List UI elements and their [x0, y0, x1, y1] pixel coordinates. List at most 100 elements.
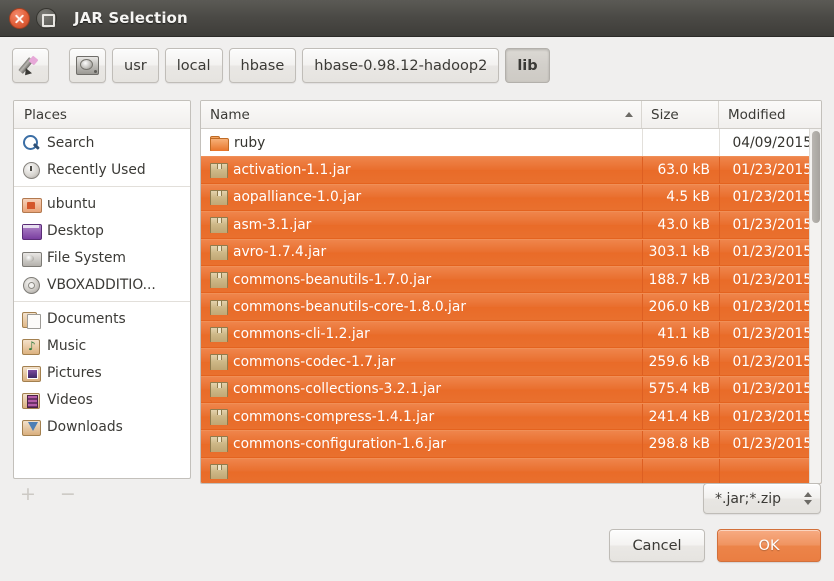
sidebar-item-recently-used[interactable]: Recently Used [14, 156, 190, 183]
file-name: commons-collections-3.2.1.jar [233, 381, 442, 398]
table-row[interactable]: commons-cli-1.2.jar 41.1 kB 01/23/2015 [201, 320, 821, 349]
cell-modified: 01/23/2015 [719, 212, 821, 238]
sidebar-item-label: Pictures [47, 364, 102, 381]
path-button-local[interactable]: local [164, 48, 223, 83]
title-bar: JAR Selection [0, 0, 834, 37]
file-type-filter-dropdown[interactable]: *.jar;*.zip [703, 483, 821, 514]
table-row[interactable]: commons-compress-1.4.1.jar 241.4 kB 01/23/… [201, 402, 821, 431]
cell-modified: 01/23/2015 [719, 239, 821, 265]
cell-modified: 01/23/2015 [719, 157, 821, 183]
jar-icon [210, 326, 228, 343]
jar-icon [210, 463, 228, 479]
cell-modified: 01/23/2015 [719, 294, 821, 320]
jar-icon [210, 217, 228, 233]
path-button-hbase[interactable]: hbase [228, 48, 297, 83]
table-row[interactable]: asm-3.1.jar 43.0 kB 01/23/2015 [201, 211, 821, 239]
dialog-body: Places Search Recently Used ubuntu Deskt… [0, 94, 834, 581]
sidebar-item-desktop[interactable]: Desktop [14, 217, 190, 244]
file-name: commons-beanutils-1.7.0.jar [233, 271, 432, 288]
sidebar-item-vboxadditions[interactable]: VBOXADDITIO... [14, 271, 190, 298]
table-row[interactable] [201, 457, 821, 483]
cell-size: 188.7 kB [642, 266, 719, 293]
type-filename-button[interactable] [12, 48, 49, 83]
maximize-icon[interactable] [36, 7, 57, 29]
sidebar-divider [14, 186, 190, 187]
table-row[interactable]: commons-beanutils-1.7.0.jar 188.7 kB 01/23… [201, 265, 821, 294]
cell-size: 298.8 kB [642, 431, 719, 457]
column-header-name[interactable]: Name [201, 101, 642, 128]
sidebar-item-file-system[interactable]: File System [14, 244, 190, 271]
jar-icon [210, 409, 228, 425]
cancel-button[interactable]: Cancel [609, 529, 705, 562]
sidebar-item-downloads[interactable]: Downloads [14, 413, 190, 440]
table-row[interactable]: avro-1.7.4.jar 303.1 kB 01/23/2015 [201, 238, 821, 266]
sidebar-item-search[interactable]: Search [14, 129, 190, 156]
pencil-icon [17, 55, 42, 78]
sidebar-item-videos[interactable]: Videos [14, 386, 190, 413]
sidebar-item-label: File System [47, 249, 126, 266]
jar-icon [210, 244, 228, 261]
cell-name: ruby [201, 135, 642, 151]
table-row[interactable]: commons-beanutils-core-1.8.0.jar 206.0 kB… [201, 293, 821, 321]
places-actions: + − [20, 485, 76, 504]
ok-button[interactable]: OK [717, 529, 821, 562]
column-header-size[interactable]: Size [642, 101, 719, 128]
file-list: Name Size Modified ruby 04/09/2015 activat… [200, 100, 822, 484]
sidebar-item-pictures[interactable]: Pictures [14, 359, 190, 386]
home-folder-icon [22, 195, 42, 213]
path-button-hbase-version[interactable]: hbase-0.98.12-hadoop2 [302, 48, 500, 83]
cell-modified: 04/09/2015 [719, 129, 821, 157]
sidebar-item-label: Desktop [47, 222, 104, 239]
cell-name: commons-configuration-1.6.jar [201, 436, 642, 452]
file-name: commons-configuration-1.6.jar [233, 435, 447, 452]
sidebar-item-ubuntu[interactable]: ubuntu [14, 190, 190, 217]
jar-selection-dialog: JAR Selection usr local hbase hbase-0.98… [0, 0, 834, 581]
file-name: avro-1.7.4.jar [233, 244, 327, 261]
path-button-usr[interactable]: usr [112, 48, 159, 83]
sidebar-item-label: Music [47, 337, 87, 354]
table-row[interactable]: commons-codec-1.7.jar 259.6 kB 01/23/2015 [201, 348, 821, 376]
table-row[interactable]: aopalliance-1.0.jar 4.5 kB 01/23/2015 [201, 183, 821, 212]
cell-name: activation-1.1.jar [201, 162, 642, 179]
sidebar-item-label: Videos [47, 391, 93, 408]
remove-bookmark-button[interactable]: − [60, 485, 76, 504]
path-button-lib[interactable]: lib [505, 48, 550, 83]
hard-drive-icon [22, 249, 42, 267]
file-name: commons-codec-1.7.jar [233, 353, 396, 370]
file-name: commons-compress-1.4.1.jar [233, 408, 435, 425]
table-row[interactable]: commons-collections-3.2.1.jar 575.4 kB 01/… [201, 375, 821, 403]
sidebar-item-label: Recently Used [47, 161, 146, 178]
disc-icon [22, 276, 40, 294]
close-icon[interactable] [9, 7, 30, 29]
table-row[interactable]: ruby 04/09/2015 [201, 129, 821, 157]
jar-icon [210, 381, 228, 398]
file-name: ruby [234, 134, 266, 151]
file-name: commons-cli-1.2.jar [233, 326, 370, 343]
add-bookmark-button[interactable]: + [20, 485, 36, 504]
column-header-name-label: Name [210, 106, 250, 123]
path-button-root-device[interactable] [69, 48, 106, 83]
scrollbar-thumb[interactable] [812, 131, 820, 223]
cell-name: commons-compress-1.4.1.jar [201, 409, 642, 425]
sidebar-item-label: Downloads [47, 418, 123, 435]
desktop-icon [22, 222, 42, 240]
downloads-folder-icon [22, 418, 41, 436]
cell-modified: 01/23/2015 [719, 431, 821, 457]
file-list-scrollbar[interactable] [809, 129, 821, 483]
dialog-buttons: Cancel OK [609, 529, 821, 562]
cell-modified: 01/23/2015 [719, 266, 821, 293]
sidebar-divider [14, 301, 190, 302]
sidebar-item-label: ubuntu [47, 195, 97, 212]
table-row[interactable]: commons-configuration-1.6.jar 298.8 kB 01/… [201, 430, 821, 458]
table-row[interactable]: activation-1.1.jar 63.0 kB 01/23/2015 [201, 156, 821, 184]
cell-modified: 01/23/2015 [719, 349, 821, 375]
cell-modified: 01/23/2015 [719, 376, 821, 402]
places-sidebar: Places Search Recently Used ubuntu Deskt… [13, 100, 191, 479]
cell-name: commons-codec-1.7.jar [201, 354, 642, 370]
sidebar-item-music[interactable]: Music [14, 332, 190, 359]
column-header-modified[interactable]: Modified [719, 101, 821, 128]
sidebar-item-documents[interactable]: Documents [14, 305, 190, 332]
cell-name: aopalliance-1.0.jar [201, 189, 642, 206]
sidebar-item-label: VBOXADDITIO... [47, 276, 156, 293]
jar-icon [210, 436, 228, 452]
